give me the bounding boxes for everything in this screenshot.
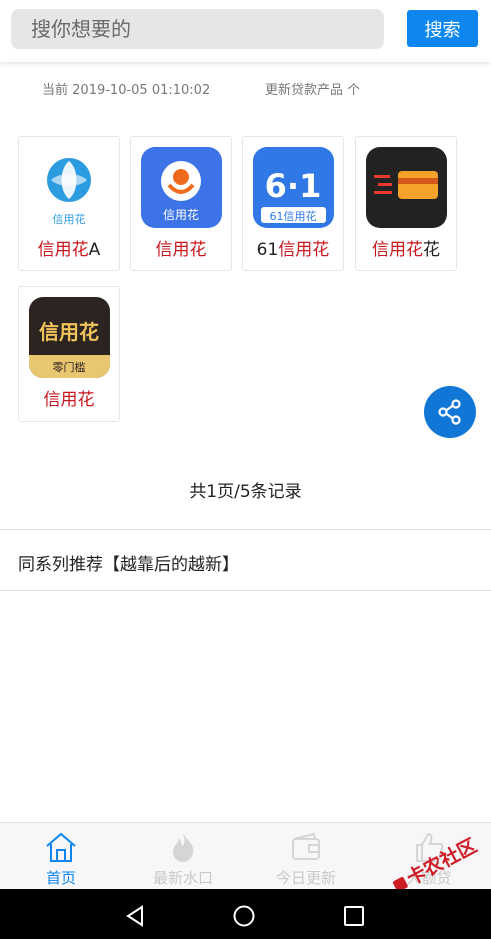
svg-text:信用花: 信用花 [53, 213, 86, 226]
search-input[interactable] [31, 17, 384, 41]
pagination-info: 共1页/5条记录 [189, 482, 302, 502]
app-card-3[interactable]: 6·1 61信用花 61信用花 [242, 136, 344, 271]
app-name-3-prefix: 61 [256, 240, 279, 260]
app-name-2-red: 信用花 [155, 240, 207, 260]
share-icon [438, 399, 461, 425]
back-icon[interactable] [123, 904, 147, 928]
app-icon-5-text: 信用花 [39, 320, 99, 344]
tab-latest[interactable]: 最新水口 [122, 823, 244, 890]
app-name-2: 信用花 [131, 235, 231, 260]
app-name-1-red: 信用花 [37, 240, 89, 260]
series-recommend-title: 同系列推荐【越靠后的越新】 [18, 555, 239, 575]
recents-icon[interactable] [342, 904, 366, 928]
app-icon-5: 信用花 零门槛 [29, 297, 110, 378]
home-icon [46, 832, 76, 862]
app-name-4-red: 信用花 [372, 240, 423, 260]
app-icon-1: 信用花 [29, 147, 110, 228]
share-button[interactable] [424, 386, 476, 438]
current-time: 当前 2019-10-05 01:10:02 [42, 79, 210, 98]
divider [0, 590, 491, 591]
current-time-value: 2019-10-05 01:10:02 [72, 83, 211, 98]
app-name-5: 信用花 [19, 385, 119, 410]
search-button[interactable]: 搜索 [407, 10, 478, 47]
tab-today-label: 今日更新 [275, 869, 336, 887]
app-card-1[interactable]: 信用花 信用花A [18, 136, 120, 271]
app-name-1-suffix: A [88, 240, 101, 260]
tab-latest-label: 最新水口 [152, 869, 213, 887]
current-prefix: 当前 [42, 83, 69, 98]
app-icon-3-number: 6·1 [265, 167, 322, 205]
app-name-5-red: 信用花 [43, 390, 95, 410]
app-name-3: 61信用花 [243, 235, 343, 260]
app-icon-3: 6·1 61信用花 [253, 147, 334, 228]
divider [0, 529, 491, 530]
tab-today[interactable]: 今日更新 [245, 823, 367, 890]
app-name-3-red: 信用花 [278, 240, 330, 260]
update-info: 当前 2019-10-05 01:10:02 更新贷款产品 个 [0, 77, 491, 98]
tab-home-label: 首页 [45, 869, 76, 887]
wallet-icon [292, 832, 320, 860]
search-box[interactable] [11, 9, 384, 49]
app-icon-2: 信用花 [141, 147, 222, 228]
top-bar: 搜索 [0, 0, 491, 62]
app-icon-3-text: 61信用花 [270, 210, 317, 223]
tab-home[interactable]: 首页 [0, 823, 122, 890]
fire-icon [173, 833, 194, 862]
app-card-4[interactable]: 信用花花 [355, 136, 457, 271]
system-nav-bar [0, 889, 491, 939]
update-count: 更新贷款产品 个 [265, 83, 361, 98]
home-button-icon[interactable] [232, 904, 256, 928]
app-icon-2-text: 信用花 [163, 207, 199, 222]
app-icon-4 [366, 147, 447, 228]
app-name-4: 信用花花 [356, 235, 456, 260]
app-card-5[interactable]: 信用花 零门槛 信用花 [18, 286, 120, 422]
app-name-4-suffix: 花 [423, 240, 440, 260]
app-card-2[interactable]: 信用花 信用花 [130, 136, 232, 271]
app-icon-5-subtext: 零门槛 [53, 360, 86, 374]
app-name-1: 信用花A [19, 235, 119, 260]
